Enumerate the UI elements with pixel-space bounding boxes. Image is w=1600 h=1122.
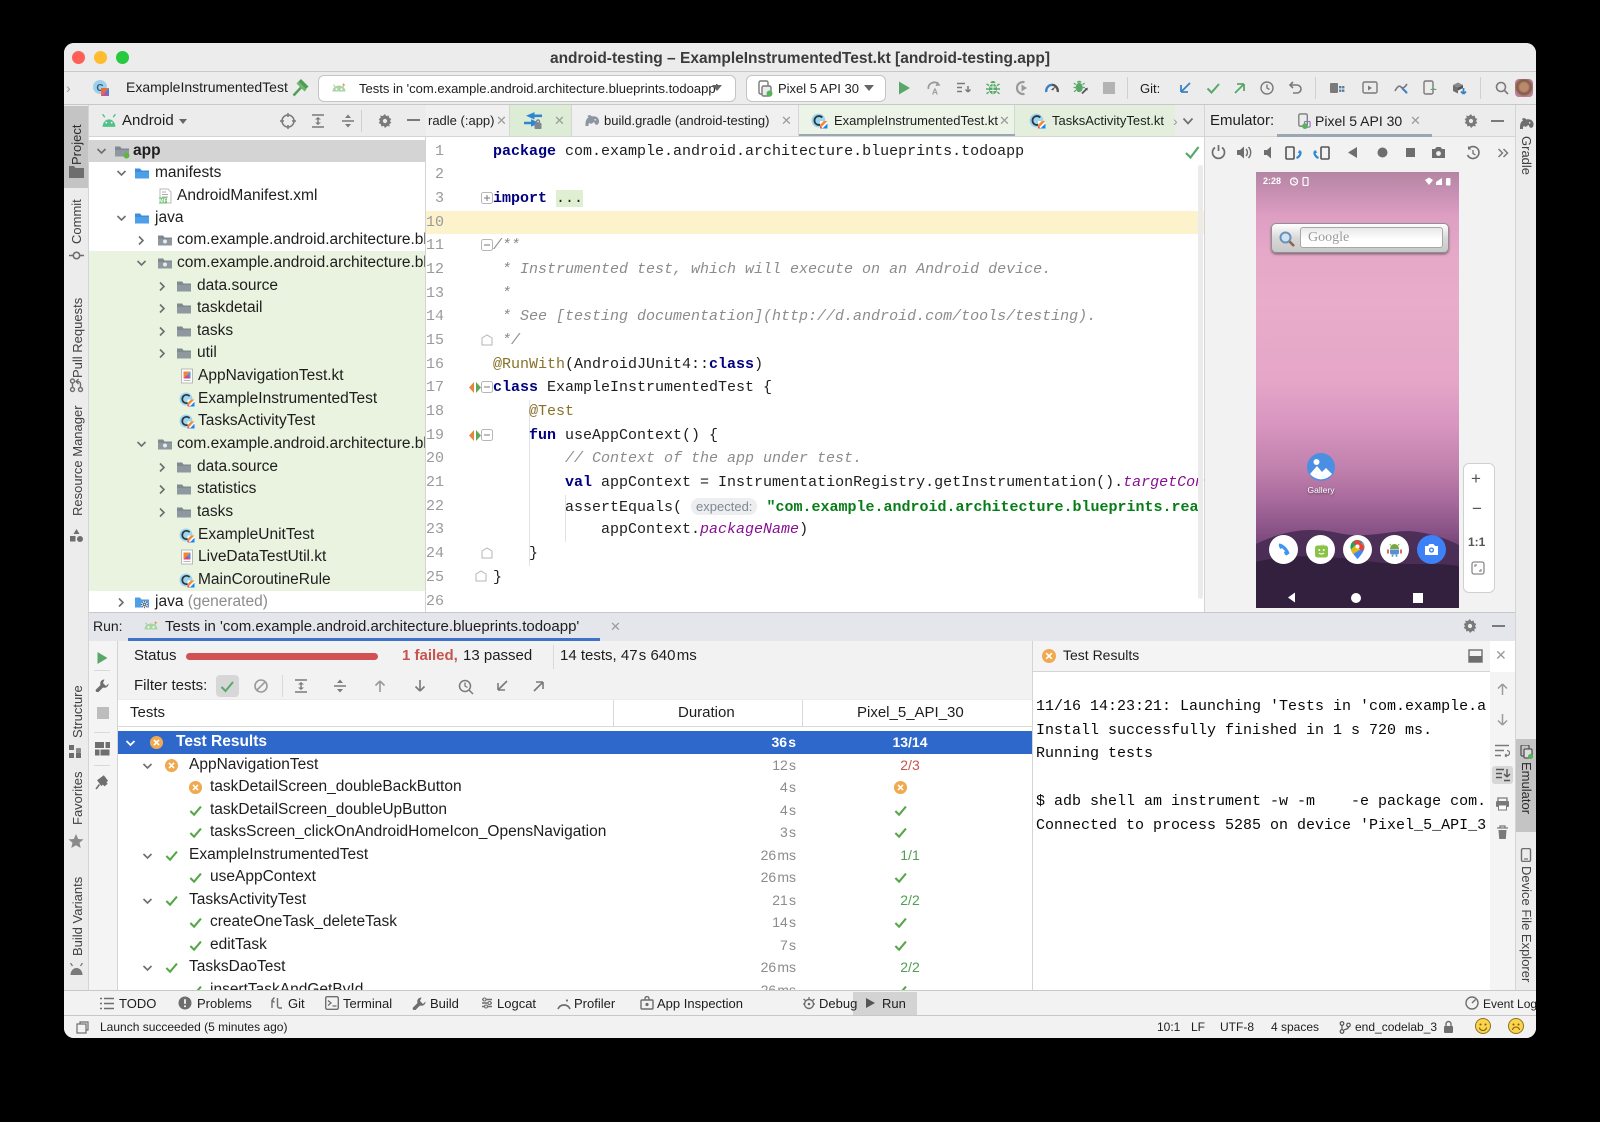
svg-text:A: A xyxy=(932,87,938,97)
